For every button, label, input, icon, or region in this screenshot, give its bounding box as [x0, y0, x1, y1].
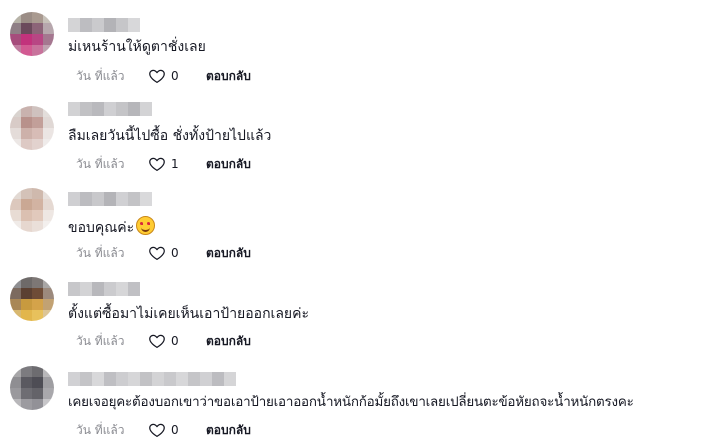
like-button[interactable]: 0	[148, 332, 206, 350]
like-button[interactable]: 0	[148, 244, 206, 262]
comment-meta: วัน ที่แล้ว 1 ตอบกลับ	[76, 155, 251, 173]
heart-outline-icon[interactable]	[148, 332, 166, 350]
reply-button[interactable]: ตอบกลับ	[206, 332, 251, 351]
comment-time: วัน ที่แล้ว	[76, 422, 125, 437]
comment-text: ขอบคุณค่ะ	[68, 216, 156, 237]
heart-outline-icon[interactable]	[148, 67, 166, 85]
comment-meta: วัน ที่แล้ว 0 ตอบกลับ	[76, 244, 251, 262]
comment-text: เคยเจอยุคะต้องบอกเขาว่าขอเอาป้ายเอาออกน้…	[68, 395, 634, 410]
smiling-face-with-hearts-icon	[136, 216, 156, 235]
like-count: 0	[171, 423, 179, 437]
like-button[interactable]: 0	[148, 421, 206, 439]
comment-text: ลืมเลยวันนี้ไปซื้อ ชั่งทั้งป้ายไปแล้ว	[68, 128, 272, 144]
like-count: 0	[171, 334, 179, 348]
comment-meta: วัน ที่แล้ว 0 ตอบกลับ	[76, 67, 251, 85]
username-redacted[interactable]	[68, 372, 236, 386]
comment-text-value: ขอบคุณค่ะ	[68, 220, 135, 236]
comment-time: วัน ที่แล้ว	[76, 68, 125, 83]
avatar[interactable]	[10, 277, 54, 321]
comment-time: วัน ที่แล้ว	[76, 245, 125, 260]
avatar[interactable]	[10, 366, 54, 410]
comment-time: วัน ที่แล้ว	[76, 333, 125, 348]
comment-text: ตั้งแต่ซื้อมาไม่เคยเห็นเอาป้ายออกเลยค่ะ	[68, 306, 310, 322]
comment-meta: วัน ที่แล้ว 0 ตอบกลับ	[76, 332, 251, 350]
comment-text: ม่เหนร้านให้ดูตาชั่งเลย	[68, 39, 206, 55]
reply-button[interactable]: ตอบกลับ	[206, 244, 251, 263]
reply-button[interactable]: ตอบกลับ	[206, 67, 251, 86]
reply-button[interactable]: ตอบกลับ	[206, 421, 251, 440]
like-count: 0	[171, 69, 179, 83]
avatar[interactable]	[10, 12, 54, 56]
username-redacted[interactable]	[68, 18, 140, 32]
heart-outline-icon[interactable]	[148, 155, 166, 173]
comment-time: วัน ที่แล้ว	[76, 156, 125, 171]
avatar[interactable]	[10, 106, 54, 150]
heart-outline-icon[interactable]	[148, 421, 166, 439]
like-count: 1	[171, 157, 179, 171]
username-redacted[interactable]	[68, 282, 140, 296]
comment-meta: วัน ที่แล้ว 0 ตอบกลับ	[76, 421, 251, 439]
avatar[interactable]	[10, 188, 54, 232]
heart-outline-icon[interactable]	[148, 244, 166, 262]
reply-button[interactable]: ตอบกลับ	[206, 155, 251, 174]
like-button[interactable]: 1	[148, 155, 206, 173]
username-redacted[interactable]	[68, 102, 152, 116]
like-count: 0	[171, 246, 179, 260]
username-redacted[interactable]	[68, 192, 152, 206]
like-button[interactable]: 0	[148, 67, 206, 85]
